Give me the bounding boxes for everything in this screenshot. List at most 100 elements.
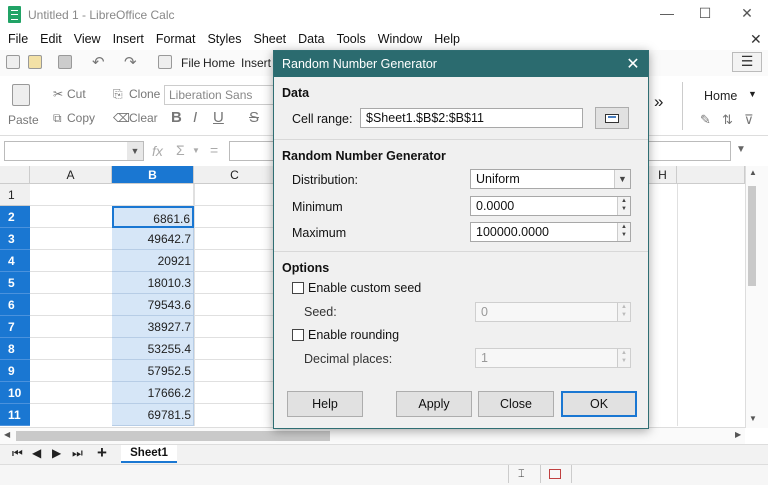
- enable-rounding-checkbox[interactable]: [292, 329, 304, 341]
- redo-icon[interactable]: ↷: [124, 53, 137, 71]
- last-sheet-icon[interactable]: ⏭: [72, 446, 83, 461]
- save-icon[interactable]: [58, 55, 72, 69]
- tab-home[interactable]: Home: [203, 56, 235, 70]
- row-header-1[interactable]: 1: [0, 184, 30, 206]
- minimize-button[interactable]: —: [660, 6, 674, 20]
- cell-b9[interactable]: 57952.5: [112, 360, 194, 382]
- cell-b2[interactable]: 6861.6: [112, 206, 194, 228]
- scroll-right-icon[interactable]: ▶: [735, 430, 741, 439]
- previous-sheet-icon[interactable]: ◀: [32, 446, 41, 460]
- enable-custom-seed-label[interactable]: Enable custom seed: [308, 281, 421, 295]
- menu-view[interactable]: View: [66, 30, 105, 50]
- apply-button[interactable]: Apply: [396, 391, 472, 417]
- distribution-dropdown-icon[interactable]: ▼: [614, 170, 630, 188]
- new-doc-icon[interactable]: [6, 55, 20, 69]
- document-modified-icon[interactable]: [549, 469, 561, 479]
- selection-mode-icon[interactable]: ⌶: [518, 468, 525, 481]
- font-name-box[interactable]: Liberation Sans: [164, 85, 274, 105]
- row-header-2[interactable]: 2: [0, 206, 30, 228]
- enable-rounding-label[interactable]: Enable rounding: [308, 328, 399, 342]
- strikethrough-button[interactable]: S: [249, 109, 259, 126]
- menu-edit[interactable]: Edit: [32, 30, 66, 50]
- name-box[interactable]: [4, 141, 144, 161]
- copy-icon[interactable]: ⧉: [53, 111, 62, 126]
- sheet-tab-sheet1[interactable]: Sheet1: [121, 445, 177, 463]
- menu-file[interactable]: File: [0, 30, 32, 50]
- tab-file[interactable]: File: [181, 56, 200, 70]
- maximize-button[interactable]: ☐: [698, 6, 712, 20]
- ok-button[interactable]: OK: [561, 391, 637, 417]
- row-header-5[interactable]: 5: [0, 272, 30, 294]
- cell-b1[interactable]: [112, 184, 194, 206]
- decimal-places-input[interactable]: 1: [475, 348, 631, 368]
- decimal-places-spin-icon[interactable]: ▲ ▼: [617, 349, 630, 367]
- help-button[interactable]: Help: [287, 391, 363, 417]
- row-header-4[interactable]: 4: [0, 250, 30, 272]
- document-close-button[interactable]: ✕: [750, 31, 762, 48]
- first-sheet-icon[interactable]: ⏮: [12, 446, 23, 461]
- window-close-button[interactable]: ✕: [740, 6, 754, 20]
- vertical-scroll-thumb[interactable]: [748, 186, 756, 286]
- print-icon[interactable]: [158, 55, 172, 69]
- menu-data[interactable]: Data: [290, 30, 328, 50]
- close-button[interactable]: Close: [478, 391, 554, 417]
- enable-custom-seed-checkbox[interactable]: [292, 282, 304, 294]
- next-sheet-icon[interactable]: ▶: [52, 446, 61, 460]
- cut-icon[interactable]: ✂: [53, 87, 63, 101]
- cell-b6[interactable]: 79543.6: [112, 294, 194, 316]
- scroll-left-icon[interactable]: ◀: [4, 430, 10, 439]
- italic-button[interactable]: I: [193, 109, 197, 126]
- maximum-input[interactable]: 100000.0000: [470, 222, 631, 242]
- more-controls-button[interactable]: »: [654, 92, 663, 112]
- menu-format[interactable]: Format: [148, 30, 200, 50]
- sum-icon[interactable]: Σ: [176, 142, 185, 158]
- bold-button[interactable]: B: [171, 109, 182, 126]
- scroll-down-icon[interactable]: ▼: [749, 414, 757, 423]
- cell-b3[interactable]: 49642.7: [112, 228, 194, 250]
- cell-b4[interactable]: 20921: [112, 250, 194, 272]
- cell-b10[interactable]: 17666.2: [112, 382, 194, 404]
- horizontal-scroll-thumb[interactable]: [16, 431, 330, 441]
- column-header-b[interactable]: B: [112, 166, 194, 184]
- clone-label[interactable]: Clone: [129, 87, 160, 101]
- select-all-corner[interactable]: [0, 166, 30, 184]
- column-header-c[interactable]: C: [194, 166, 276, 184]
- expand-formula-bar-icon[interactable]: ▼: [736, 144, 746, 155]
- clear-label[interactable]: Clear: [129, 111, 158, 125]
- cell-range-input[interactable]: $Sheet1.$B$2:$B$11: [360, 108, 583, 128]
- minimum-input[interactable]: 0.0000: [470, 196, 631, 216]
- row-header-10[interactable]: 10: [0, 382, 30, 404]
- filter-icon[interactable]: ⊽: [744, 112, 754, 128]
- cell-b7[interactable]: 38927.7: [112, 316, 194, 338]
- menu-insert[interactable]: Insert: [105, 30, 148, 50]
- track-changes-icon[interactable]: ✎: [700, 112, 711, 128]
- clear-icon[interactable]: ⌫: [113, 111, 130, 125]
- row-header-9[interactable]: 9: [0, 360, 30, 382]
- seed-input[interactable]: 0: [475, 302, 631, 322]
- distribution-select[interactable]: Uniform: [470, 169, 631, 189]
- underline-button[interactable]: U: [213, 109, 224, 126]
- copy-label[interactable]: Copy: [67, 111, 95, 125]
- cell-b5[interactable]: 18010.3: [112, 272, 194, 294]
- cut-label[interactable]: Cut: [67, 87, 86, 101]
- sum-dropdown-icon[interactable]: ▼: [192, 146, 200, 155]
- menu-window[interactable]: Window: [370, 30, 426, 50]
- dialog-close-icon[interactable]: ✕: [624, 54, 642, 73]
- column-header-blank[interactable]: [677, 166, 745, 184]
- undo-icon[interactable]: ↶: [92, 53, 105, 71]
- row-header-3[interactable]: 3: [0, 228, 30, 250]
- open-folder-icon[interactable]: [28, 55, 42, 69]
- cell-b11[interactable]: 69781.5: [112, 404, 194, 426]
- hamburger-menu-button[interactable]: ☰: [732, 52, 762, 72]
- cell-b8[interactable]: 53255.4: [112, 338, 194, 360]
- formula-icon[interactable]: =: [210, 142, 218, 158]
- row-header-11[interactable]: 11: [0, 404, 30, 426]
- menu-help[interactable]: Help: [426, 30, 464, 50]
- sort-icon[interactable]: ⇅: [722, 112, 733, 128]
- seed-spin-icon[interactable]: ▲ ▼: [617, 303, 630, 321]
- menu-tools[interactable]: Tools: [329, 30, 370, 50]
- home-dropdown-arrow-icon[interactable]: ▼: [748, 89, 757, 99]
- menu-sheet[interactable]: Sheet: [245, 30, 290, 50]
- name-box-dropdown-icon[interactable]: ▼: [127, 142, 143, 160]
- shrink-dialog-button[interactable]: [595, 107, 629, 129]
